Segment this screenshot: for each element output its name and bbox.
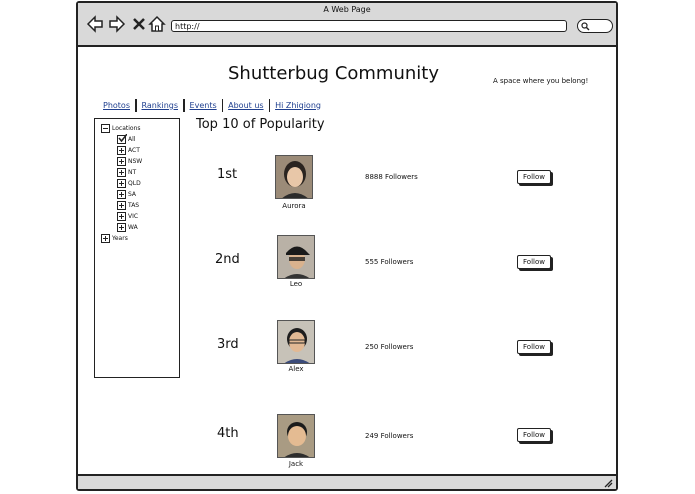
follow-button[interactable]: Follow [517,255,551,269]
person-name: Leo [289,280,303,288]
tree-node-tas[interactable]: TAS [117,201,139,210]
tree-label: VIC [128,213,139,220]
close-icon[interactable] [130,15,148,33]
tree-node-locations[interactable]: Locations [101,124,141,133]
rank-label: 3rd [217,337,239,352]
tab-events[interactable]: Events [185,101,222,110]
tree-node-all[interactable]: All [117,134,136,144]
avatar[interactable] [277,235,315,279]
tree-label: QLD [128,180,141,187]
expand-icon[interactable] [117,212,126,221]
person-photo-icon [278,236,314,278]
collapse-icon[interactable] [101,124,110,133]
person-photo-icon [276,156,312,198]
tab-user-greeting[interactable]: Hi Zhiqiong [270,101,326,110]
tree-label: ACT [128,147,140,154]
rank-label: 1st [217,167,238,182]
checkbox-checked-icon[interactable] [117,134,127,144]
expand-icon[interactable] [117,146,126,155]
tree-node-years[interactable]: Years [101,234,128,243]
follow-button[interactable]: Follow [517,340,551,354]
person-name: Aurora [282,202,306,210]
tree-node-act[interactable]: ACT [117,146,140,155]
expand-icon[interactable] [117,168,126,177]
search-field[interactable] [577,19,613,33]
tree-node-sa[interactable]: SA [117,190,136,199]
tree-label: SA [128,191,137,198]
expand-icon[interactable] [117,201,126,210]
avatar[interactable] [277,320,315,364]
tree-node-vic[interactable]: VIC [117,212,138,221]
tree-label: NT [128,169,137,176]
expand-icon[interactable] [117,190,126,199]
avatar[interactable] [275,155,313,199]
expand-icon[interactable] [117,179,126,188]
tree-label: All [128,136,136,143]
forward-icon[interactable] [108,15,126,33]
avatar[interactable] [277,414,315,458]
tree-node-qld[interactable]: QLD [117,179,141,188]
url-field[interactable]: http:// [171,20,567,32]
nav-tabs: Photos Rankings Events About us Hi Zhiqi… [98,98,326,112]
tree-label: Years [112,235,128,242]
tree-node-nt[interactable]: NT [117,168,136,177]
expand-icon[interactable] [101,234,110,243]
resize-handle-icon[interactable] [603,478,613,488]
back-icon[interactable] [86,15,104,33]
follower-count: 555 Followers [365,258,414,266]
tree-node-nsw[interactable]: NSW [117,157,142,166]
person-photo-icon [278,415,314,457]
follow-button[interactable]: Follow [517,428,551,442]
tab-photos[interactable]: Photos [98,101,135,110]
browser-window: A Web Page http:// Shutterbug Community … [76,1,618,491]
browser-toolbar: A Web Page http:// [78,3,616,47]
expand-icon[interactable] [117,157,126,166]
window-title: A Web Page [323,5,371,14]
site-title: Shutterbug Community [228,63,439,84]
tree-node-wa[interactable]: WA [117,223,138,232]
tree-label: WA [128,224,138,231]
tree-label: Locations [112,125,141,132]
status-bar [78,474,616,489]
follower-count: 8888 Followers [365,173,418,181]
person-name: Jack [288,460,304,468]
tab-about-us[interactable]: About us [223,101,268,110]
tree-label: NSW [128,158,143,165]
home-icon[interactable] [148,15,166,33]
filter-tree: Locations All ACT NSW NT QLD SA TAS VIC … [94,118,180,378]
follower-count: 249 Followers [365,432,414,440]
follower-count: 250 Followers [365,343,414,351]
site-tagline: A space where you belong! [493,77,589,85]
rank-label: 2nd [215,252,240,267]
ranking-heading: Top 10 of Popularity [196,117,325,132]
expand-icon[interactable] [117,223,126,232]
tab-rankings[interactable]: Rankings [137,101,184,110]
tree-label: TAS [128,202,140,209]
search-icon [581,22,590,31]
rank-label: 4th [217,426,239,441]
person-photo-icon [278,321,314,363]
follow-button[interactable]: Follow [517,170,551,184]
person-name: Alex [288,365,304,373]
